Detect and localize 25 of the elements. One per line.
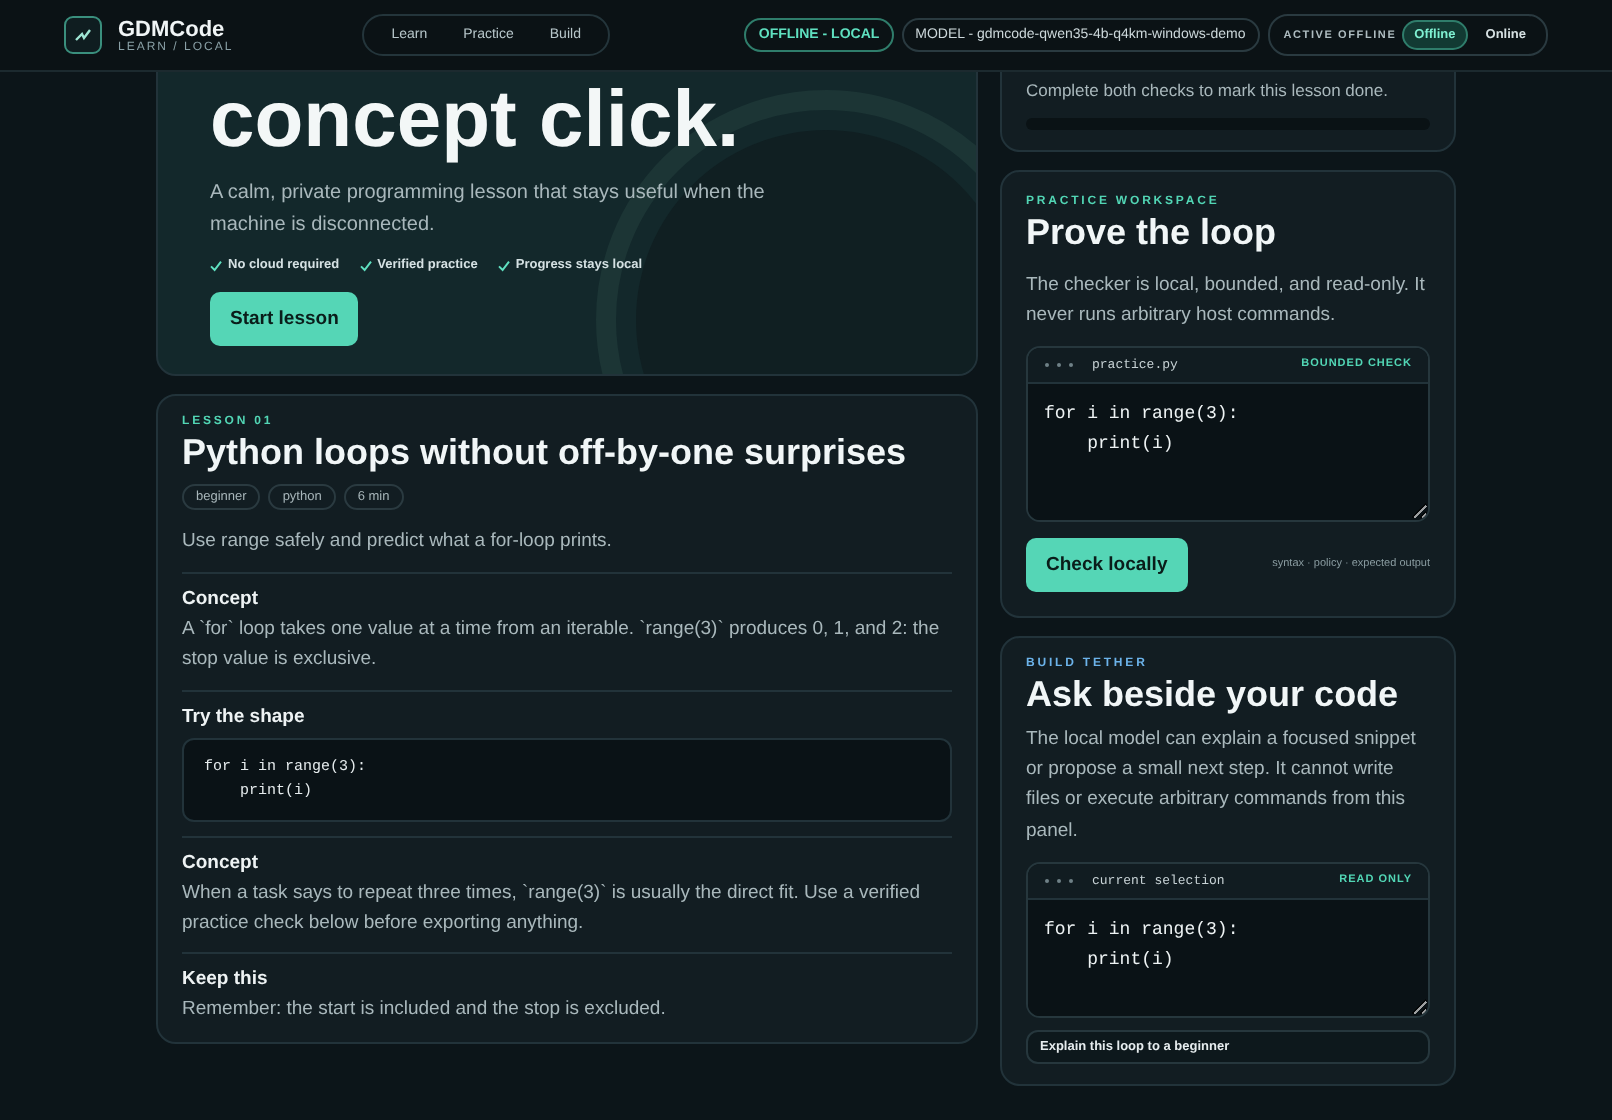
section-text: Remember: the start is included and the stop is excluded. [182, 995, 668, 1024]
window-dots-icon [1044, 877, 1076, 884]
check-locally-button[interactable]: Check locally [1026, 537, 1188, 592]
progress-text: Complete both checks to mark this lesson done. [1026, 78, 1390, 104]
check-icon [497, 259, 510, 271]
practice-title: Prove the loop [1026, 211, 1279, 254]
start-lesson-button[interactable]: Start lesson [210, 292, 359, 346]
section-heading: Concept [182, 588, 260, 611]
build-title: Ask beside your code [1026, 673, 1401, 716]
section-text: A `for` loop takes one value at a time from an iterable. `range(3)` produces 0, 1, and 2: the stop value is exclusive. [182, 616, 942, 675]
section-heading: Try the shape [182, 705, 307, 728]
window-dots-icon [1044, 361, 1076, 368]
build-text: The local model can explain a focused snippet or propose a small next step. It cannot write files or execute arbitrary commands from this panel. [1026, 725, 1418, 846]
brand-name: GDMCode [118, 17, 227, 41]
practice-text: The checker is local, bounded, and read-only. It never runs arbitrary host commands. [1026, 271, 1427, 330]
lesson-title: Python loops without off-by-one surprises [182, 432, 908, 474]
section-heading: Keep this [182, 967, 270, 990]
hero-text: A calm, private programming lesson that stays useful when the machine is disconnected. [210, 180, 767, 240]
section-heading: Concept [182, 851, 260, 874]
check-icon [210, 259, 222, 271]
lesson-summary: Use range safely and predict what a for-loop prints. [182, 528, 614, 556]
hero-title: concept click. [210, 78, 742, 162]
section-text: When a task says to repeat three times, `range(3)` is usually the direct fit. Use a verified practice check below before exporting anything. [182, 879, 923, 938]
check-icon [359, 259, 372, 271]
logo-icon [64, 16, 102, 54]
